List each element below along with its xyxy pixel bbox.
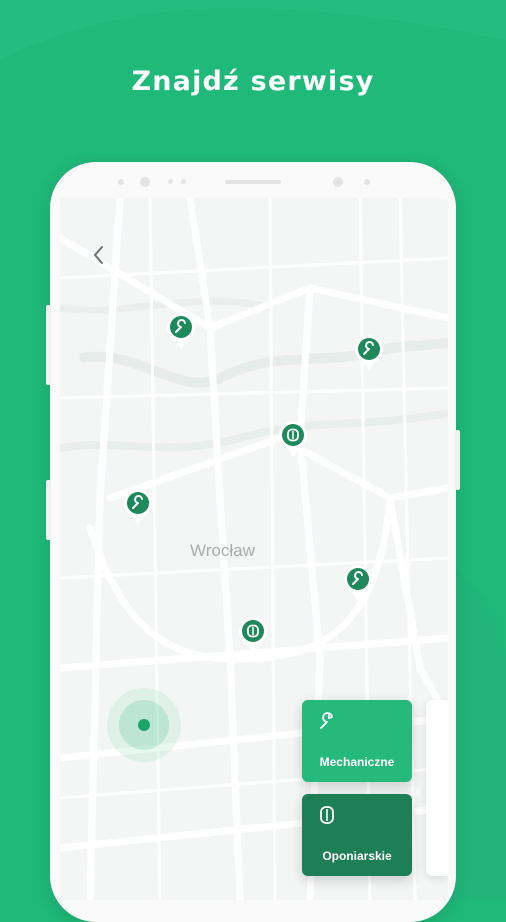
phone-speaker	[225, 180, 281, 184]
service-pin-mechanic[interactable]	[343, 564, 373, 602]
wrench-icon	[320, 712, 333, 729]
app-screen: Wrocław Mechaniczne Oponiarskie	[60, 198, 448, 900]
service-pin-mechanic[interactable]	[123, 488, 153, 526]
phone-camera	[140, 177, 150, 187]
category-card-next[interactable]	[426, 700, 448, 876]
phone-sensor	[168, 179, 173, 184]
location-dot	[138, 719, 150, 731]
current-location-marker	[107, 688, 181, 762]
phone-side-button	[46, 480, 51, 540]
category-label: Oponiarskie	[322, 849, 392, 863]
service-pin-mechanic[interactable]	[166, 312, 196, 350]
category-card-tire[interactable]: Oponiarskie	[302, 794, 412, 876]
service-pin-tire[interactable]	[278, 420, 308, 458]
phone-sensor	[364, 179, 370, 185]
category-label: Mechaniczne	[319, 755, 395, 769]
service-pin-tire[interactable]	[238, 616, 268, 654]
page-title: Znajdź serwisy	[131, 66, 375, 97]
phone-sensor	[118, 179, 124, 185]
phone-side-button	[455, 430, 460, 490]
phone-side-button	[46, 305, 51, 385]
category-card-mechanic[interactable]: Mechaniczne	[302, 700, 412, 782]
phone-sensor	[181, 179, 186, 184]
tire-icon	[320, 806, 334, 824]
city-label: Wrocław	[190, 541, 255, 560]
back-arrow-icon[interactable]	[86, 242, 112, 268]
phone-camera	[333, 177, 343, 187]
service-pin-mechanic[interactable]	[354, 334, 384, 372]
